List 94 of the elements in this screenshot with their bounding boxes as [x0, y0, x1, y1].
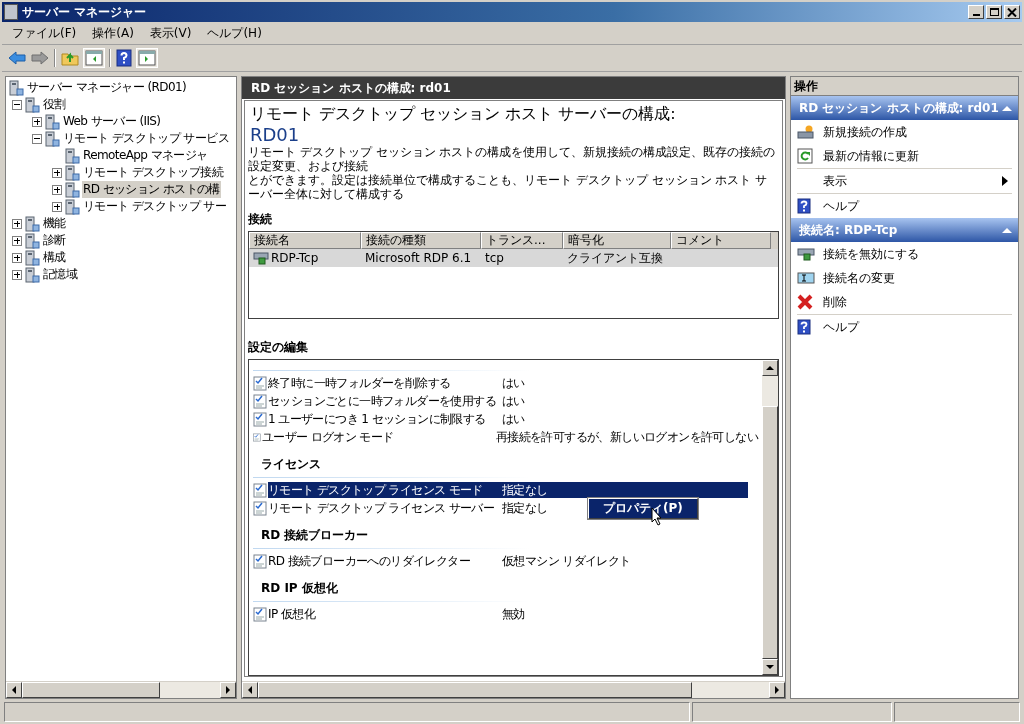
section-heading: 設定の編集 [248, 339, 309, 356]
action-link[interactable]: 表示 [823, 172, 847, 190]
refresh-icon [797, 148, 813, 164]
menu-item[interactable]: ファイル(F) [6, 22, 83, 44]
checklist-icon [253, 411, 267, 427]
tree-item[interactable]: 機能 [42, 215, 67, 232]
pane-header: RD セッション ホストの構成: rd01 [242, 77, 785, 99]
group-heading: RD IP 仮想化 [260, 580, 339, 597]
description-text: とができます。設定は接続単位で構成することも、リモート デスクトップ セッション ホスト サーバー全体に対して構成する [248, 173, 769, 201]
help-icon [797, 198, 811, 214]
collapse-icon[interactable] [1002, 105, 1012, 111]
rename-icon [797, 272, 815, 284]
action-link[interactable]: 接続名の変更 [823, 269, 895, 287]
action-link[interactable]: 削除 [823, 293, 847, 311]
tree-item[interactable]: Web サーバー (IIS) [62, 113, 162, 130]
group-heading: ライセンス [260, 456, 322, 473]
expand-toggle[interactable] [32, 133, 42, 144]
menu-item[interactable]: 表示(V) [143, 22, 198, 44]
expand-toggle[interactable] [12, 218, 22, 229]
help-icon[interactable] [116, 49, 132, 67]
table-cell: Microsoft RDP 6.1 [365, 251, 472, 265]
column-header[interactable]: 暗号化 [563, 232, 671, 249]
collapse-icon[interactable] [1002, 227, 1012, 233]
forward-arrow-icon[interactable] [31, 50, 49, 66]
checklist-icon [253, 393, 267, 409]
help-icon [797, 319, 811, 335]
expand-toggle[interactable] [52, 201, 62, 212]
back-arrow-icon[interactable] [8, 50, 26, 66]
menu-item[interactable]: 操作(A) [86, 22, 140, 44]
tree-item[interactable]: サーバー マネージャー (RD01) [26, 79, 188, 96]
column-header[interactable]: 接続の種類 [361, 232, 481, 249]
pane-header: 操作 [791, 77, 1018, 96]
tree-item[interactable]: 構成 [42, 249, 67, 266]
section-heading: 接続 [248, 211, 273, 228]
setting-row[interactable]: リモート デスクトップ ライセンス モード 指定なし [268, 482, 748, 498]
network-icon [253, 251, 269, 265]
column-header[interactable]: コメント [671, 232, 771, 249]
tree-item[interactable]: RD セッション ホストの構 [82, 181, 221, 198]
sun-device-icon [797, 124, 815, 140]
close-button[interactable] [1004, 5, 1020, 19]
maximize-button[interactable] [986, 5, 1002, 19]
action-link[interactable]: ヘルプ [823, 197, 859, 215]
submenu-arrow-icon [1002, 176, 1008, 186]
menu-item[interactable]: プロパティ(P) [589, 499, 697, 518]
tree-item[interactable]: リモート デスクトップ サー [82, 198, 228, 215]
expand-toggle[interactable] [12, 269, 22, 280]
setting-row[interactable]: IP 仮想化 無効 [268, 606, 525, 622]
checklist-icon [253, 553, 267, 569]
action-link[interactable]: 新規接続の作成 [823, 123, 907, 141]
server-name: RD01 [249, 125, 301, 145]
vertical-scrollbar[interactable] [762, 360, 778, 675]
expand-toggle[interactable] [52, 167, 62, 178]
setting-row[interactable]: ユーザー ログオン モード 再接続を許可するが、新しいログオンを許可しない [261, 429, 758, 445]
minimize-button[interactable] [968, 5, 984, 19]
expand-toggle[interactable] [12, 235, 22, 246]
window-title: サーバー マネージャー [22, 3, 147, 21]
tree-item[interactable]: RemoteApp マネージャ [82, 147, 209, 164]
action-link[interactable]: 最新の情報に更新 [823, 147, 919, 165]
group-heading: RD 接続ブローカー [260, 527, 370, 544]
setting-row[interactable]: RD 接続ブローカーへのリダイレクター 仮想マシン リダイレクト [268, 553, 631, 569]
horizontal-scrollbar[interactable] [242, 681, 785, 698]
tree-pane-icon[interactable] [84, 49, 104, 67]
table-cell: RDP-Tcp [271, 251, 319, 265]
tree-item[interactable]: リモート デスクトップ サービス [62, 130, 231, 147]
tree-item[interactable]: 診断 [42, 232, 67, 249]
column-header[interactable]: トランス... [481, 232, 563, 249]
action-link[interactable]: ヘルプ [823, 318, 859, 336]
delete-icon [797, 294, 813, 310]
column-header[interactable]: 接続名 [249, 232, 361, 249]
network-icon [797, 247, 815, 261]
setting-row[interactable]: 終了時に一時フォルダーを削除する はい [268, 375, 525, 391]
setting-row[interactable]: リモート デスクトップ ライセンス サーバー 指定なし [268, 500, 548, 516]
setting-row[interactable]: セッションごとに一時フォルダーを使用する はい [268, 393, 525, 409]
tree-item[interactable]: 役割 [42, 96, 67, 113]
table-cell: tcp [485, 251, 504, 265]
expand-toggle[interactable] [12, 252, 22, 263]
checklist-icon [253, 606, 267, 622]
expand-toggle[interactable] [32, 116, 42, 127]
table-row[interactable]: RDP-Tcp Microsoft RDP 6.1 tcp クライアント互換 [249, 249, 778, 267]
checklist-icon [253, 482, 267, 498]
menu-item[interactable]: ヘルプ(H) [201, 22, 268, 44]
table-cell: クライアント互換 [567, 249, 663, 267]
expand-toggle[interactable] [52, 184, 62, 195]
checklist-icon [253, 500, 267, 516]
action-pane-icon[interactable] [137, 49, 157, 67]
action-link[interactable]: 接続を無効にする [823, 245, 919, 263]
horizontal-scrollbar[interactable] [6, 681, 236, 698]
tree-item[interactable]: 記憶域 [42, 266, 79, 283]
description-text: リモート デスクトップ セッション ホストの構成を使用して、新規接続の構成設定、既存の接続の設定変更、および接続 [248, 145, 777, 173]
setting-row[interactable]: 1 ユーザーにつき 1 セッションに制限する はい [268, 411, 525, 427]
page-title: リモート デスクトップ セッション ホスト サーバーの構成: [249, 104, 677, 125]
tree-item[interactable]: リモート デスクトップ接続 [82, 164, 224, 181]
checklist-icon [253, 375, 267, 391]
expand-toggle[interactable] [12, 99, 22, 110]
